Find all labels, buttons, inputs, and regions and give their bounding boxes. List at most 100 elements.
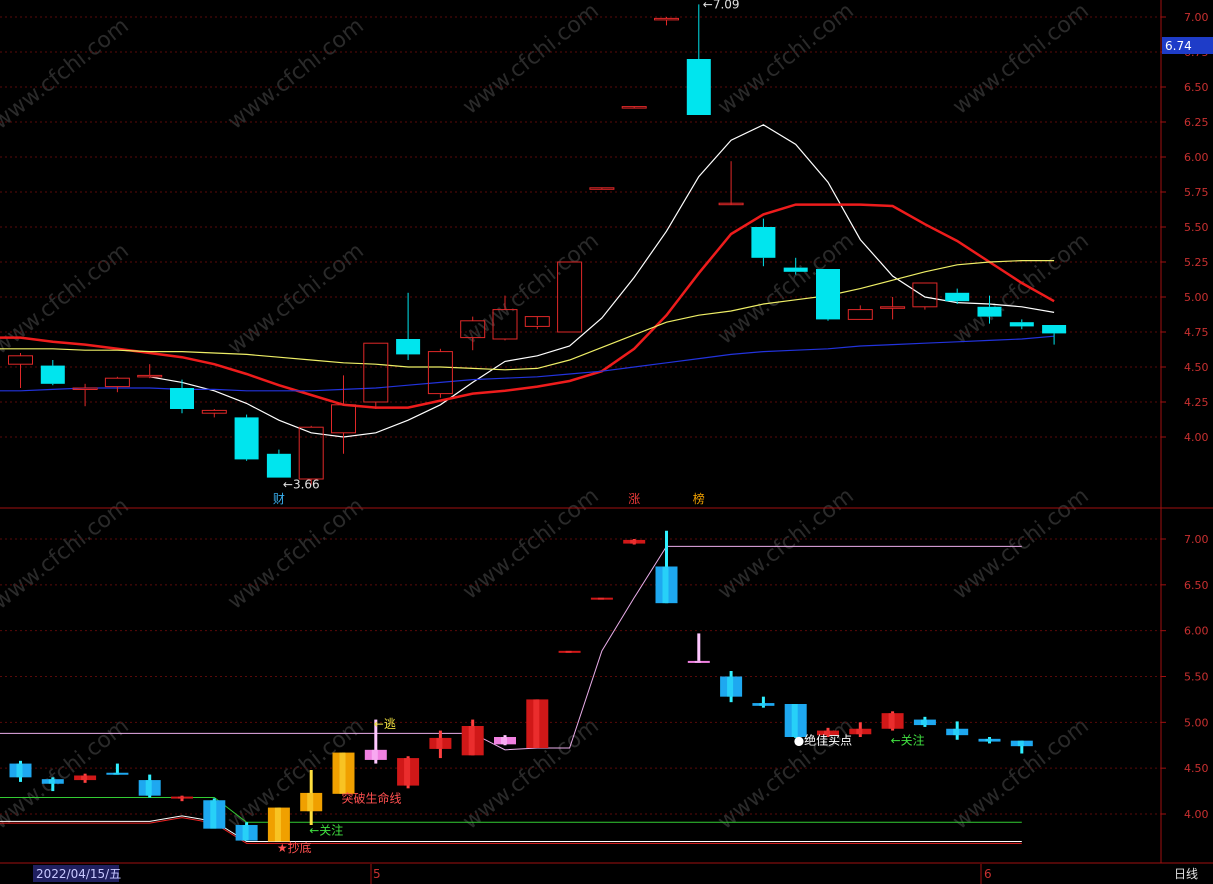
- candle-body: [396, 339, 421, 355]
- candle[interactable]: [396, 292, 421, 360]
- indicator-body-highlight: [856, 728, 863, 735]
- watermark-text: www.cfchi.com: [458, 483, 603, 604]
- axis-tick-label: 7.00: [1184, 11, 1209, 24]
- candle[interactable]: [1009, 319, 1034, 330]
- candle[interactable]: [331, 375, 356, 454]
- indicator-body-highlight: [694, 660, 701, 663]
- indicator-body-highlight: [888, 713, 895, 729]
- indicator-candle[interactable]: [494, 735, 516, 746]
- indicator-body-highlight: [468, 726, 475, 756]
- indicator-body-highlight: [759, 703, 766, 706]
- indicator-body-highlight: [565, 650, 572, 653]
- indicator-candle[interactable]: [881, 711, 904, 731]
- candle[interactable]: [40, 360, 65, 386]
- signal-label: 突破生命线: [342, 790, 402, 805]
- candle[interactable]: [847, 305, 873, 320]
- indicator-candle[interactable]: [332, 752, 355, 794]
- axis-tick-label: 7.00: [1184, 533, 1209, 546]
- candle[interactable]: [298, 425, 324, 485]
- candle[interactable]: [201, 409, 227, 418]
- signal-label: ←逃: [374, 717, 396, 731]
- indicator-candle[interactable]: [913, 716, 936, 727]
- indicator-candle[interactable]: [203, 798, 226, 829]
- indicator-candle[interactable]: [235, 822, 258, 841]
- candle[interactable]: [266, 449, 291, 478]
- candle[interactable]: [363, 342, 389, 409]
- indicator-body-highlight: [48, 779, 55, 784]
- indicator-body-highlight: [16, 763, 23, 778]
- watermark-text: www.cfchi.com: [0, 493, 134, 614]
- indicator-signals: ←逃突破生命线 ←关注 ★抄底 ●绝佳买点 ←关注: [277, 717, 925, 855]
- indicator-candle[interactable]: [526, 699, 549, 748]
- price-extreme-label: ←3.66: [283, 478, 320, 492]
- candle[interactable]: [654, 17, 679, 26]
- candle[interactable]: [234, 414, 259, 461]
- current-price-tag: 6.74: [1165, 39, 1192, 53]
- candle[interactable]: [816, 269, 840, 321]
- indicator-candle[interactable]: [558, 650, 581, 653]
- indicator-body-highlight: [210, 800, 217, 829]
- indicator-body-highlight: [371, 749, 378, 760]
- candle-body: [816, 269, 840, 320]
- indicator-candle[interactable]: [946, 721, 969, 740]
- watermark-text: www.cfchi.com: [713, 0, 858, 120]
- indicator-body-highlight: [1017, 740, 1024, 747]
- axis-tick-label: 4.75: [1184, 326, 1209, 339]
- candle[interactable]: [104, 376, 130, 393]
- indicator-candle[interactable]: [461, 719, 484, 756]
- axis-tick-label: 6.00: [1184, 151, 1209, 164]
- event-marker[interactable]: 财: [273, 492, 285, 506]
- indicator-candle[interactable]: [106, 763, 129, 775]
- candle[interactable]: [751, 218, 776, 267]
- candle-body: [170, 388, 194, 409]
- candle-body: [8, 355, 33, 365]
- axis-tick-label: 5.75: [1184, 186, 1209, 199]
- candle[interactable]: [427, 348, 453, 398]
- event-marker[interactable]: 涨: [628, 491, 640, 506]
- indicator-candle[interactable]: [138, 774, 161, 798]
- watermark-text: www.cfchi.com: [948, 0, 1093, 120]
- indicator-candle[interactable]: [9, 760, 32, 782]
- indicator-candle[interactable]: [171, 795, 193, 802]
- indicator-candle[interactable]: [687, 633, 710, 663]
- indicator-candle[interactable]: [655, 530, 678, 604]
- candle-body: [201, 409, 227, 414]
- candle-body: [137, 374, 163, 378]
- period-button[interactable]: 日线: [1174, 867, 1198, 881]
- main-candles[interactable]: [8, 4, 1067, 485]
- indicator-candle[interactable]: [429, 730, 452, 759]
- event-marker[interactable]: 榜: [693, 491, 705, 506]
- indicator-candle[interactable]: [752, 696, 775, 708]
- watermark-text: www.cfchi.com: [948, 483, 1093, 604]
- candle[interactable]: [718, 161, 744, 206]
- candle-body: [266, 453, 291, 478]
- indicator-body-highlight: [953, 728, 960, 736]
- candle[interactable]: [880, 297, 906, 320]
- candle[interactable]: [1042, 325, 1067, 345]
- candle[interactable]: [72, 383, 98, 407]
- indicator-candle[interactable]: [590, 597, 613, 600]
- candle-body: [104, 377, 130, 388]
- indicator-candle[interactable]: [720, 671, 743, 703]
- candle-body: [686, 59, 711, 115]
- candle-body: [363, 342, 389, 403]
- candle[interactable]: [621, 106, 647, 109]
- indicator-body-highlight: [597, 597, 604, 600]
- candle[interactable]: [8, 353, 33, 388]
- stock-chart[interactable]: www.cfchi.com www.cfchi.com www.cfchi.com w…: [0, 0, 1213, 884]
- indicator-body-highlight: [501, 737, 507, 745]
- indicator-body-highlight: [727, 676, 734, 697]
- candle[interactable]: [589, 187, 615, 190]
- axis-tick-label: 5.00: [1184, 716, 1209, 729]
- axis-tick-label: 5.00: [1184, 291, 1209, 304]
- candle[interactable]: [137, 364, 163, 379]
- candle[interactable]: [524, 316, 550, 330]
- candle-body: [331, 404, 356, 434]
- axis-tick-label: 4.00: [1184, 431, 1209, 444]
- month-mark-june: 6: [984, 867, 992, 881]
- indicator-candle[interactable]: [623, 539, 646, 545]
- candle[interactable]: [686, 4, 711, 115]
- indicator-candle[interactable]: [978, 737, 1001, 744]
- indicator-candle[interactable]: [397, 756, 420, 789]
- indicator-candle[interactable]: [267, 807, 290, 842]
